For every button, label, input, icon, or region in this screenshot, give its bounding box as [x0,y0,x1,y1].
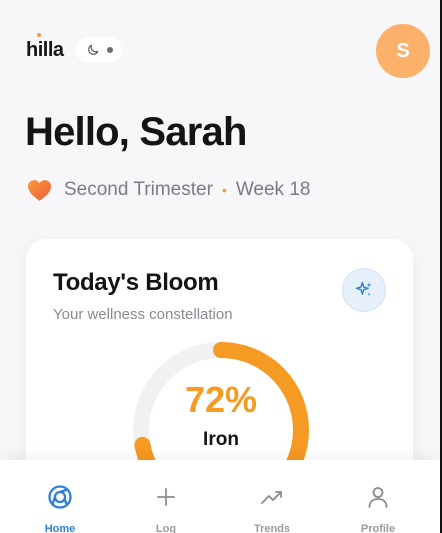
theme-toggle[interactable] [76,37,122,63]
nav-log[interactable]: Log [111,460,221,533]
pregnancy-status: Second Trimester • Week 18 [27,178,310,202]
nav-home[interactable]: Home [5,460,115,533]
card-subtitle: Your wellness constellation [53,306,233,323]
week-label: Week 18 [235,179,311,200]
sparkle-icon [355,281,372,296]
bottom-nav: Home Log Trends Profile [0,460,440,533]
top-bar: hilla S [26,24,430,78]
nav-profile[interactable]: Profile [323,460,433,533]
iron-label: Iron [203,429,239,450]
nav-label-profile: Profile [360,523,396,533]
avatar[interactable]: S [376,24,430,78]
insights-button[interactable] [342,268,386,312]
toggle-knob [106,47,113,53]
nav-trends[interactable]: Trends [217,460,327,533]
logo-accent-dot [37,33,41,37]
user-icon [368,487,388,508]
heart-icon [28,179,51,201]
app-logo: hilla [26,39,64,61]
moon-icon [87,44,98,55]
nav-label-log: Log [155,523,177,533]
card-title: Today's Bloom [53,269,219,296]
plus-icon [157,488,175,506]
nav-label-home: Home [44,523,76,533]
iron-percentage: 72% [184,379,258,420]
trend-icon [261,491,282,504]
status-separator: • [221,182,227,198]
greeting-title: Hello, Sarah [25,110,247,154]
trimester-label: Second Trimester [64,179,213,200]
nav-label-trends: Trends [253,523,291,533]
home-icon [48,485,72,509]
